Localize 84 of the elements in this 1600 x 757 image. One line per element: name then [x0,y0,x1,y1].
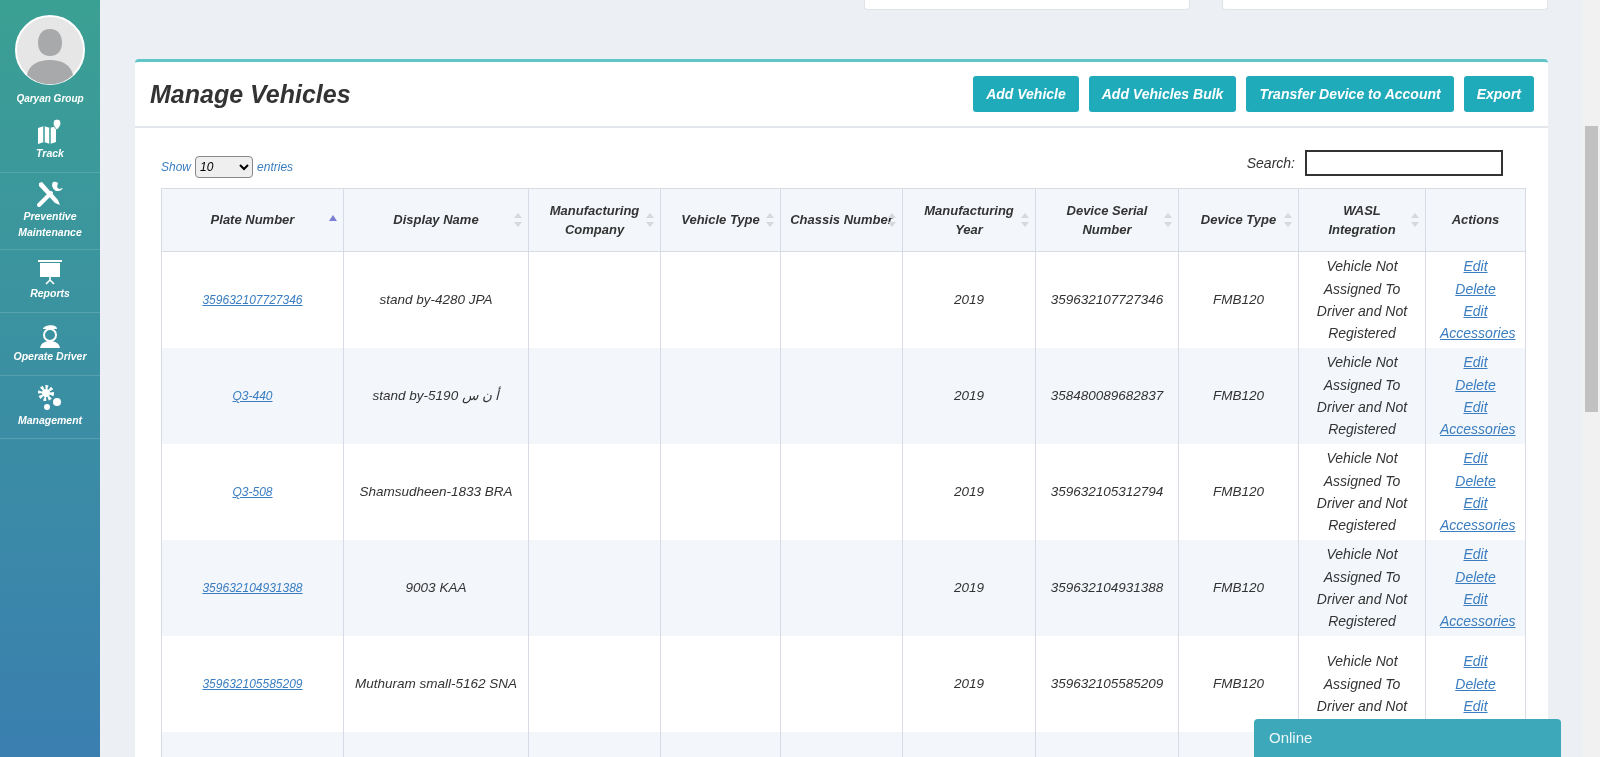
action-link[interactable]: Edit [1434,447,1517,470]
plate-link[interactable]: 359632105585209 [202,677,303,692]
nav-item[interactable]: Preventive Maintenance [0,173,100,250]
table-cell: 2019 [953,292,984,308]
tools-icon [35,179,65,209]
sort-icon [1411,213,1419,227]
table-cell: FMB120 [1213,580,1264,596]
table-cell: stand by-5190 أ ن س [372,388,500,404]
column-header[interactable]: Display Name [343,188,529,252]
table-cell: Vehicle Not Assigned To Driver and Not [1316,653,1408,715]
action-link[interactable]: Edit [1434,695,1517,718]
table-cell: 359632104931388 [1050,580,1164,596]
action-link[interactable]: Edit [1434,543,1517,566]
action-link[interactable]: Delete [1434,277,1517,300]
column-header[interactable]: Device Type [1178,188,1299,252]
toolbar-button[interactable]: Add Vehicles Bulk [1088,76,1237,112]
toolbar-button[interactable]: Transfer Device to Account [1246,76,1454,112]
presentation-board-icon [36,257,64,286]
plate-link[interactable]: 359632107727346 [202,293,303,308]
scrollbar[interactable] [1583,0,1600,757]
action-link[interactable]: Delete [1434,565,1517,588]
table-cell: 359632105312794 [1050,484,1164,500]
column-header[interactable]: Actions [1425,188,1526,252]
action-link[interactable]: Edit [1434,650,1517,673]
nav-item[interactable]: Track [0,110,100,173]
user-name: Qaryan Group [16,93,84,106]
table-cell: 2019 [953,388,984,404]
sort-icon [1021,213,1029,227]
action-link[interactable]: Delete [1434,373,1517,396]
chat-bar[interactable]: Online [1254,719,1561,757]
table-cell: 9003 KAA [405,580,467,596]
column-header[interactable]: Vehicle Type [660,188,781,252]
table-cell: Shamsudheen-1833 BRA [359,484,513,500]
avatar-icon [15,15,85,85]
column-header[interactable]: Manufacturing Company [528,188,661,252]
column-header[interactable]: Device Serial Number [1035,188,1179,252]
search-field[interactable] [1305,150,1503,176]
page-title: Manage Vehicles [150,79,351,109]
nav-item[interactable]: Management [0,375,100,439]
table-cell: 359632107727346 [1050,292,1164,308]
plate-link[interactable]: Q3-508 [232,485,273,500]
plate-link[interactable]: 359632104931388 [202,581,303,596]
action-link[interactable]: Delete [1434,469,1517,492]
table-cell: 359632105585209 [1050,676,1164,692]
toolbar-button[interactable]: Export [1463,76,1534,112]
entries-select[interactable]: 10 [195,156,254,178]
table-cell: Muthuram small-5162 SNA [354,676,518,692]
table-cell: 2019 [953,580,984,596]
column-header[interactable]: WASL Integration [1298,188,1426,252]
table-cell: FMB120 [1213,292,1264,308]
action-link[interactable]: Edit [1434,255,1517,278]
sort-icon [1284,213,1292,227]
action-link[interactable]: Edit Accessories [1434,396,1517,441]
action-link[interactable]: Edit Accessories [1434,492,1517,537]
sort-icon [1164,213,1172,227]
column-header[interactable]: Manufacturing Year [902,188,1036,252]
table-cell: 358480089682837 [1050,388,1164,404]
table-cell: stand by-4280 JPA [379,292,493,308]
plate-link[interactable]: Q3-440 [232,389,273,404]
table-cell: Vehicle Not Assigned To Driver and Not Registered [1316,450,1408,534]
table-cell: 2019 [953,676,984,692]
table-cell: Vehicle Not Assigned To Driver and Not Registered [1316,354,1408,438]
toolbar-button[interactable]: Add Vehicle [973,76,1079,112]
table-cell: Vehicle Not Assigned To Driver and Not Registered [1316,546,1408,630]
action-link[interactable]: Edit Accessories [1434,300,1517,345]
show-label: Show [161,160,192,174]
table-cell: FMB120 [1213,676,1264,692]
action-link[interactable]: Delete [1434,672,1517,696]
column-header[interactable]: Plate Number [161,188,344,252]
action-link[interactable]: Edit Accessories [1434,588,1517,633]
sort-icon [766,213,774,227]
search-label: Search: [1246,155,1295,171]
nav-item[interactable]: Operate Driver [0,312,100,376]
entries-label: entries [257,160,294,174]
map-icon [36,118,64,147]
column-header[interactable]: Chassis Number [780,188,903,252]
table-cell: FMB120 [1213,484,1264,500]
sort-icon [646,213,654,227]
nav-item[interactable]: Reports [0,249,100,313]
action-link[interactable]: Edit [1434,351,1517,374]
sort-icon [514,213,522,227]
table-cell: FMB120 [1213,388,1264,404]
table-cell: 2019 [953,484,984,500]
table-cell: Vehicle Not Assigned To Driver and Not Registered [1316,258,1408,342]
